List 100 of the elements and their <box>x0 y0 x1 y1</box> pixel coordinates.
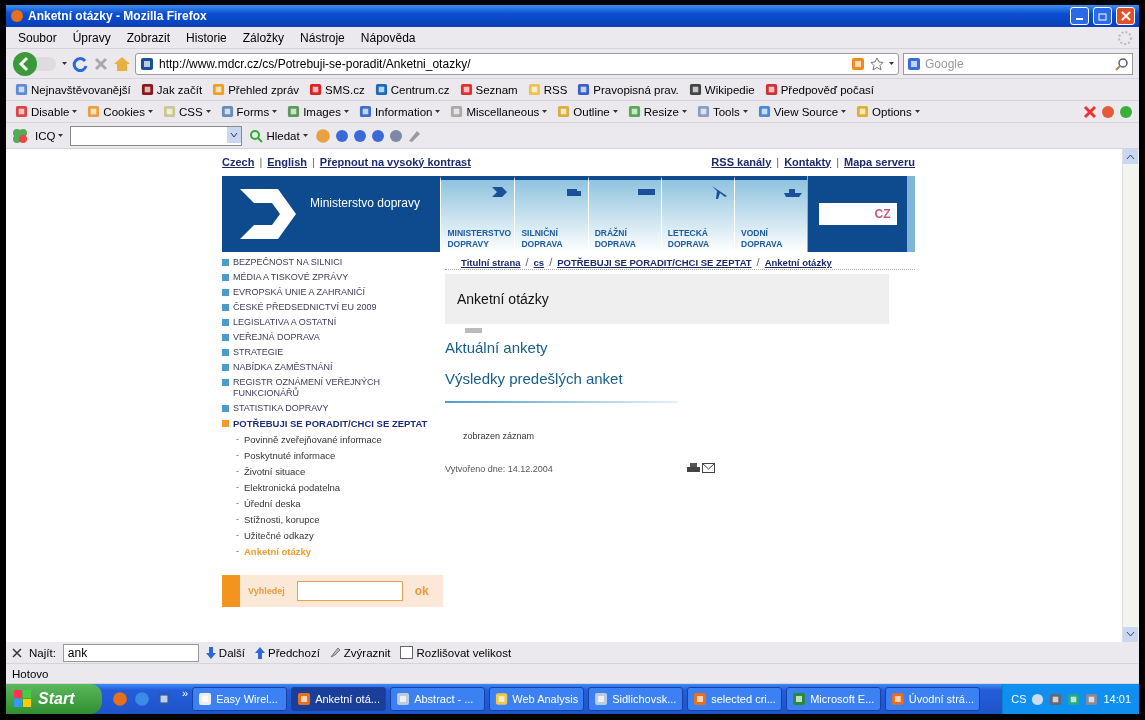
taskbar-button[interactable]: Úvodní strá... <box>885 687 981 711</box>
scroll-up-icon[interactable] <box>1123 149 1138 164</box>
nav-tile[interactable]: MINISTERSTVO DOPRAVY <box>440 176 515 252</box>
poll-link[interactable]: Výsledky predešlých anket <box>445 370 623 387</box>
icq-search-field[interactable] <box>70 125 243 146</box>
toolbar-menu[interactable]: Tools <box>693 105 751 118</box>
sidebar-item[interactable]: NABÍDKA ZAMĚSTNÁNÍ <box>233 362 333 373</box>
taskbar-button[interactable]: Anketní otá... <box>291 687 387 711</box>
tool-icon <box>87 105 101 118</box>
taskbar-button[interactable]: Web Analysis <box>489 687 585 711</box>
icq-menu[interactable]: ICQ <box>32 129 67 142</box>
sidebar-subitem[interactable]: Úřední deska <box>244 497 301 509</box>
toolbar-menu[interactable]: CSS <box>159 105 214 118</box>
menu-item[interactable]: Úpravy <box>66 30 117 45</box>
toolbar-menu[interactable]: Outline <box>554 105 621 118</box>
sidebar-subitem[interactable]: Povinně zveřejňované informace <box>244 433 382 445</box>
top-link[interactable]: Mapa serveru <box>844 155 915 168</box>
menu-item[interactable]: Záložky <box>236 30 291 45</box>
bookmark[interactable]: Přehled zpráv <box>209 83 303 96</box>
sidebar-subitem[interactable]: Poskytnuté informace <box>244 449 336 461</box>
toolbar-menu[interactable]: Images <box>284 105 352 118</box>
sidebar-item[interactable]: EVROPSKÁ UNIE A ZAHRANIČÍ <box>233 287 366 298</box>
more-button[interactable]: » <box>182 687 189 699</box>
back-button[interactable] <box>12 50 58 77</box>
bookmark[interactable]: Centrum.cz <box>371 83 453 96</box>
menu-item[interactable]: Historie <box>180 30 233 45</box>
previous-button[interactable]: Předchozí <box>252 646 323 659</box>
stop-icon[interactable] <box>93 55 109 72</box>
bookmark[interactable]: Předpověď počasí <box>761 83 878 96</box>
breadcrumb-link[interactable]: POTŘEBUJI SE PORADIT/CHCI SE ZEPTAT <box>557 256 752 268</box>
menu-item[interactable]: Soubor <box>12 30 63 45</box>
toolbar-menu[interactable]: Disable <box>12 105 81 118</box>
toolbar-menu[interactable]: Resize <box>624 105 690 118</box>
menu-item[interactable]: Zobrazit <box>120 30 177 45</box>
sidebar-item[interactable]: LEGISLATIVA A OSTATNÍ <box>233 317 337 328</box>
print-icon[interactable] <box>687 463 700 474</box>
nav-tile[interactable]: VODNÍ DOPRAVA <box>734 176 808 252</box>
toolbar-menu[interactable]: Information <box>355 105 444 118</box>
search-input[interactable] <box>296 581 403 601</box>
toolbar-menu[interactable]: Cookies <box>84 105 156 118</box>
dash: - <box>236 450 239 460</box>
scrollbar[interactable] <box>1122 149 1139 642</box>
url-field[interactable]: http://www.mdcr.cz/cs/Potrebuji-se-poradit/Anketni_otazky/ <box>135 52 899 75</box>
sidebar-item[interactable]: POTŘEBUJI SE PORADIT/CHCI SE ZEPTAT <box>233 418 428 429</box>
app-icon <box>693 692 708 706</box>
minimize-button[interactable] <box>1070 7 1089 25</box>
sidebar-item[interactable]: REGISTR OZNÁMENÍ VEŘEJNÝCH FUNKCIONÁŘŮ <box>233 377 443 399</box>
menu-item[interactable]: Nápověda <box>354 30 422 45</box>
bookmark[interactable]: Jak začít <box>137 83 206 96</box>
sidebar-item[interactable]: MÉDIA A TISKOVÉ ZPRÁVY <box>233 272 349 283</box>
nav-tile[interactable]: DRÁŽNÍ DOPRAVA <box>587 176 661 252</box>
sidebar-item[interactable]: VEŘEJNÁ DOPRAVA <box>233 332 320 343</box>
next-button[interactable]: Další <box>202 646 249 659</box>
toolbar-menu[interactable]: Options <box>853 105 923 118</box>
close-button[interactable] <box>1116 7 1135 25</box>
top-link[interactable]: RSS kanály <box>711 155 772 168</box>
search-icon <box>1115 56 1129 71</box>
poll-link[interactable]: Aktuální ankety <box>445 339 548 356</box>
sidebar-subitem[interactable]: Elektronická podatelna <box>244 481 341 493</box>
bookmark[interactable]: Seznam <box>456 83 521 96</box>
sidebar-subitem[interactable]: Stížnosti, korupce <box>244 513 320 525</box>
taskbar-button[interactable]: Easy Wirel... <box>192 687 288 711</box>
language-link[interactable]: Přepnout na vysoký kontrast <box>319 155 471 168</box>
menu-item[interactable]: Nástroje <box>294 30 351 45</box>
search-button[interactable]: Hledat <box>246 128 311 143</box>
highlight-button[interactable]: Zvýraznit <box>326 646 394 659</box>
reload-icon[interactable] <box>71 54 89 73</box>
bookmark[interactable]: SMS.cz <box>306 83 368 96</box>
nav-tile[interactable]: LETECKÁ DOPRAVA <box>660 176 735 252</box>
dash: - <box>236 498 239 508</box>
sidebar-subitem[interactable]: Užitečné odkazy <box>244 529 314 541</box>
taskbar-button[interactable]: Sidlichovsk... <box>588 687 684 711</box>
close-icon[interactable] <box>12 647 22 658</box>
nav-tile[interactable]: SILNIČNÍ DOPRAVA <box>514 176 588 252</box>
maximize-button[interactable] <box>1093 7 1112 25</box>
taskbar-button[interactable]: Abstract - ... <box>390 687 486 711</box>
match-case-checkbox[interactable]: Rozlišovat velikost <box>397 646 515 659</box>
bookmark[interactable]: Nejnavštěvovanější <box>12 83 134 96</box>
sidebar-item[interactable]: STATISTIKA DOPRAVY <box>233 403 329 414</box>
mail-icon[interactable] <box>702 463 715 473</box>
language-link[interactable]: Czech <box>222 155 255 168</box>
sidebar-item[interactable]: BEZPEČNOST NA SILNICI <box>233 257 343 268</box>
taskbar-button[interactable]: selected cri... <box>687 687 783 711</box>
breadcrumb-link[interactable]: Titulní strana <box>461 256 521 268</box>
breadcrumb-link[interactable]: cs <box>533 256 545 268</box>
bookmark[interactable]: Pravopisná prav. <box>574 83 682 96</box>
toolbar-menu[interactable]: Forms <box>217 105 281 118</box>
toolbar-menu[interactable]: Miscellaneous <box>447 105 551 118</box>
scroll-down-icon[interactable] <box>1123 627 1138 642</box>
language-link[interactable]: English <box>267 155 307 168</box>
bookmark[interactable]: Wikipedie <box>685 83 758 96</box>
sidebar-item[interactable]: STRATEGIE <box>233 347 284 358</box>
find-field[interactable]: ank <box>62 643 199 662</box>
breadcrumb-link[interactable]: Anketní otázky <box>764 256 832 268</box>
top-link[interactable]: Kontakty <box>784 155 832 168</box>
bookmark[interactable]: RSS <box>524 83 571 96</box>
taskbar-button[interactable]: Microsoft E... <box>786 687 882 711</box>
toolbar-menu[interactable]: View Source <box>754 105 850 118</box>
sidebar-item[interactable]: ČESKÉ PŘEDSEDNICTVÍ EU 2009 <box>233 302 377 313</box>
sidebar-subitem[interactable]: Životní situace <box>244 465 306 477</box>
